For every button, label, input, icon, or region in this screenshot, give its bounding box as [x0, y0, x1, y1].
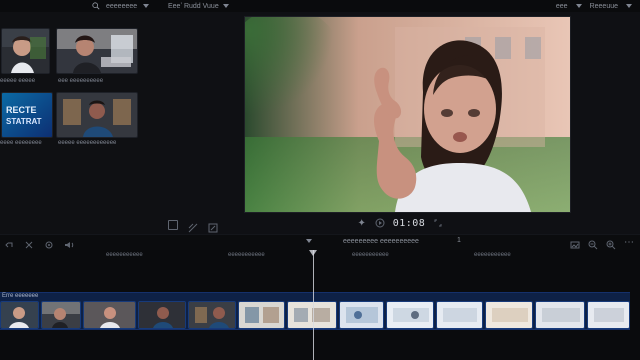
timecode: 01:08	[392, 217, 426, 229]
media-clip[interactable]	[1, 28, 50, 74]
timeline-clip[interactable]	[436, 301, 483, 329]
timeline-dropdown-icon[interactable]	[306, 239, 312, 243]
library-label[interactable]: eeeeeeee	[106, 3, 137, 10]
search-icon[interactable]	[92, 2, 100, 10]
timeline-right-tools: ⋯	[570, 237, 634, 250]
timeline-tools	[4, 237, 76, 249]
top-right-item-1[interactable]: eee	[556, 3, 568, 10]
ruler-label: eeeeeeeeeee	[474, 252, 511, 258]
timeline-clip[interactable]	[484, 301, 534, 329]
more-icon[interactable]: ⋯	[624, 237, 634, 248]
svg-text:RECTE: RECTE	[6, 105, 37, 115]
playhead[interactable]	[313, 250, 314, 360]
top-center: Eeeʼ Rudd Vuue	[168, 0, 229, 12]
media-clip[interactable]	[56, 92, 138, 138]
timeline-ruler: eeeeeeeeeee eeeeeeeeeee eeeeeeeeeee eeee…	[0, 250, 640, 260]
svg-text:STATRAT: STATRAT	[6, 117, 42, 126]
track-inner: Erre eeeeeee	[0, 293, 631, 329]
clip-thumbnails	[0, 301, 631, 329]
split-icon[interactable]	[24, 237, 34, 249]
timeline-clip[interactable]	[385, 301, 435, 329]
timeline-title: eeeeeeeee eeeeeeeeee	[343, 238, 419, 245]
clip-appearance-icon[interactable]	[570, 237, 580, 249]
video-preview[interactable]	[244, 16, 571, 213]
timeline-clip[interactable]	[137, 301, 187, 329]
timeline-clip[interactable]	[587, 301, 631, 329]
clip-caption: eeeee eeeeeeeeeeee	[58, 140, 117, 146]
top-right-item-2[interactable]: Reeeuue	[590, 3, 618, 10]
top-left: eeeeeeee	[92, 0, 150, 12]
timeline-clip[interactable]	[83, 301, 136, 329]
play-pause-icon[interactable]	[375, 218, 385, 228]
media-browser: eeeee eeeee eee eeeeeeeeee RECTE STATRAT…	[0, 12, 161, 234]
video-track[interactable]: Erre eeeeeee	[0, 292, 631, 330]
media-clip[interactable]	[56, 28, 138, 74]
chevron-down-icon[interactable]	[575, 4, 582, 8]
marker-icon[interactable]: ✦	[357, 218, 367, 229]
undo-icon[interactable]	[4, 237, 14, 248]
top-right: eee Reeeuue	[556, 0, 632, 12]
clip-caption: eee eeeeeeeeee	[58, 78, 104, 84]
timeline-clip[interactable]	[188, 301, 237, 329]
project-name[interactable]: Eeeʼ Rudd Vuue	[168, 3, 219, 10]
clip-caption: eeee eeeeeeee	[0, 140, 42, 146]
chevron-down-icon[interactable]	[143, 4, 150, 8]
timeline: eeeeeeeeeee eeeeeeeeeee eeeeeeeeeee eeee…	[0, 250, 640, 360]
fullscreen-icon[interactable]	[433, 218, 443, 228]
audio-icon[interactable]	[64, 237, 76, 248]
timeline-clip[interactable]	[40, 301, 82, 329]
zoom-in-icon[interactable]	[606, 237, 616, 250]
clip-caption: eeeee eeeee	[0, 78, 36, 84]
chevron-down-icon[interactable]	[626, 4, 632, 8]
timeline-count: 1	[457, 237, 461, 244]
ruler-label: eeeeeeeeeee	[352, 252, 389, 258]
timeline-clip[interactable]	[339, 301, 384, 329]
ruler-label: eeeeeeeeeee	[228, 252, 265, 258]
viewer: ✦ 01:08	[160, 12, 640, 234]
timeline-clip[interactable]	[238, 301, 285, 329]
settings-icon[interactable]	[44, 237, 54, 249]
video-editor-app: eeeeeeee Eeeʼ Rudd Vuue eee Reeeuue eeee…	[0, 0, 640, 360]
timeline-clip[interactable]	[535, 301, 586, 329]
chevron-down-icon[interactable]	[222, 4, 229, 8]
viewer-controls: ✦ 01:08	[160, 212, 640, 234]
ruler-label: eeeeeeeeeee	[106, 252, 143, 258]
track-label: Erre eeeeeee	[2, 293, 39, 299]
media-clip[interactable]: RECTE STATRAT	[1, 92, 53, 138]
zoom-out-icon[interactable]	[588, 237, 598, 250]
timeline-clip[interactable]	[0, 301, 39, 329]
